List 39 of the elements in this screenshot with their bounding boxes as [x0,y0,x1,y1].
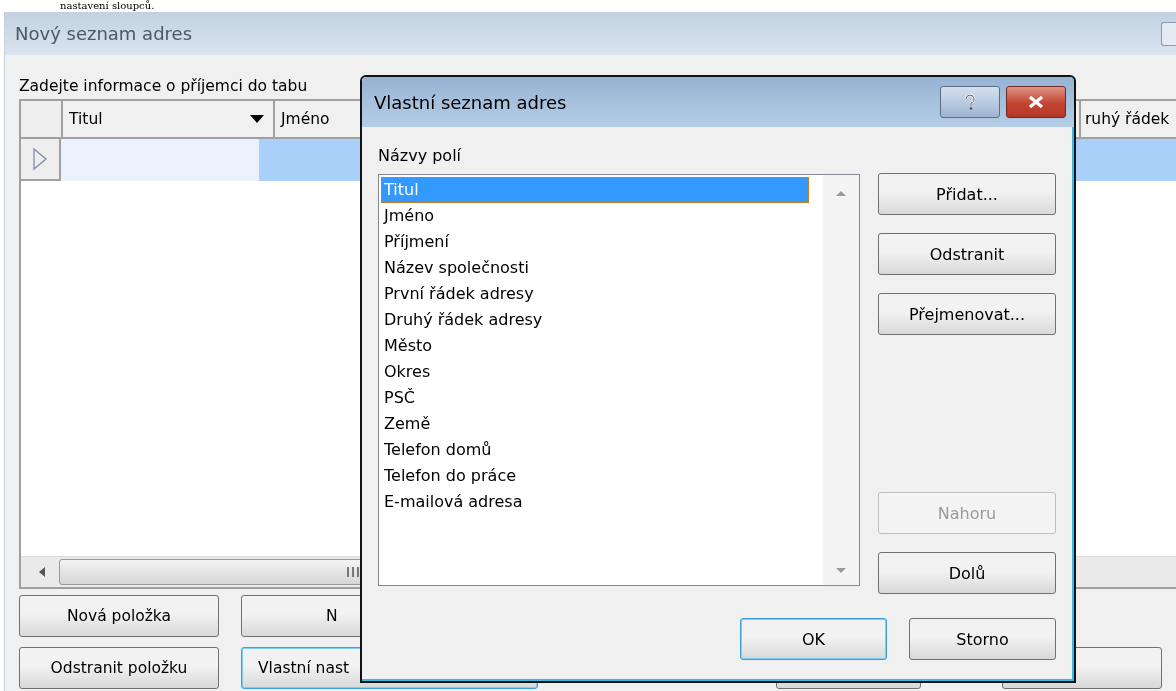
delete-item-button[interactable]: Odstranit položku [19,647,219,689]
row-header[interactable] [21,139,61,181]
scroll-up-icon[interactable] [835,189,847,197]
dialog-title: Vlastní seznam adres [374,91,568,113]
close-icon[interactable] [1006,86,1066,118]
field-list[interactable]: Titul Jméno Příjmení Název společnosti První řádek adresy Druhý řádek adresy Město Okres PSČ Země Telefon domů Telefon do práce E-mailová adresa [378,174,860,586]
new-item-button[interactable]: Nová položka [19,595,219,637]
list-item[interactable]: Telefon do práce [381,463,809,489]
list-item[interactable]: PSČ [381,385,809,411]
grip-icon [346,566,360,578]
list-item[interactable]: Okres [381,359,809,385]
dialog-button[interactable]: Přejmenovat... [878,293,1056,335]
list-item[interactable]: Telefon domů [381,437,809,463]
list-item[interactable]: Jméno [381,203,809,229]
list-item[interactable]: Město [381,333,809,359]
list-label: Názvy polí [378,145,463,167]
dropdown-arrow-icon[interactable] [249,114,265,124]
dialog-button[interactable]: Dolů [878,552,1056,594]
help-icon[interactable] [940,86,1000,118]
dialog-button[interactable]: Přidat... [878,173,1056,215]
list-item[interactable]: Druhý řádek adresy [381,307,809,333]
row-pointer-icon [32,147,48,171]
list-item[interactable]: E-mailová adresa [381,489,809,515]
list-item[interactable]: Příjmení [381,229,809,255]
table-cell[interactable] [61,139,259,181]
list-item[interactable]: První řádek adresy [381,281,809,307]
cancel-button[interactable]: Storno [909,618,1056,660]
dialog-button[interactable]: Odstranit [878,233,1056,275]
ok-button[interactable]: OK [740,618,887,660]
window-title: Nový seznam adres [15,23,192,44]
instruction-text: Zadejte informace o příjemci do tabu [19,76,309,97]
scroll-down-icon[interactable] [835,567,847,575]
caption-text: nastavení sloupců. [59,0,156,12]
title-bar-button[interactable] [1161,21,1176,46]
list-item[interactable]: Název společnosti [381,255,809,281]
scroll-left-icon[interactable] [37,566,47,578]
column-header[interactable]: ruhý řádek [1081,101,1176,137]
column-header[interactable]: Titul [63,101,275,137]
list-item[interactable]: Země [381,411,809,437]
